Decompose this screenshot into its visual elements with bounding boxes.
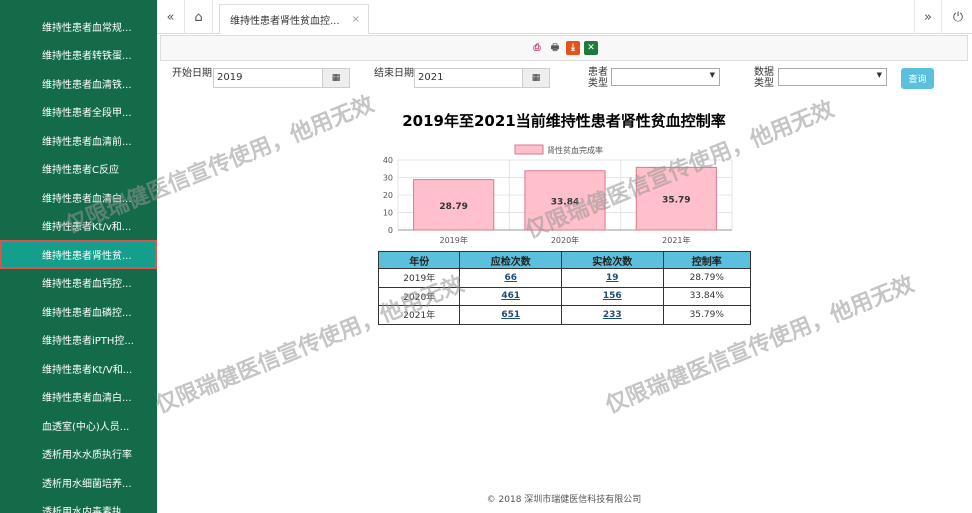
app-window: 维持性患者血常规... 维持性患者转铁蛋... 维持性患者血清铁... 维持性患者全段… — [0, 0, 972, 513]
data-label: 35.79 — [662, 196, 690, 206]
tab-label: 维持性患者肾性贫血控... — [230, 16, 340, 27]
table-cell: 28.79% — [662, 268, 751, 288]
table-cell: 33.84% — [662, 286, 751, 306]
data-table: 年份 应检次数 实检次数 控制率 2019年 66 19 28.79% 2020年 461 156… — [377, 251, 751, 325]
actual-count-link[interactable]: 19 — [606, 273, 619, 283]
expected-count-link[interactable]: 66 — [504, 273, 517, 283]
sidebar-item[interactable]: 维持性患者iPTH控... — [0, 326, 157, 355]
tab-bar: « ⌂ 维持性患者肾性贫血控... × » ⏻ — [157, 0, 972, 34]
end-date-label: 结束日期 — [374, 68, 414, 79]
patient-type-label: 患者类型 — [588, 67, 608, 89]
data-type-label: 数据类型 — [754, 67, 774, 89]
sidebar-item[interactable]: 维持性患者C反应 — [0, 155, 157, 184]
sidebar-item[interactable]: 维持性患者血钙控... — [0, 269, 157, 298]
x-tick-label: 2019年 — [439, 235, 467, 245]
legend-swatch — [514, 144, 544, 155]
pdf-export-icon[interactable]: ⤓ — [566, 41, 580, 55]
expected-count-link[interactable]: 461 — [501, 291, 520, 301]
sidebar-item[interactable]: 维持性患者Kt/V和... — [0, 354, 157, 383]
sidebar-item[interactable]: 维持性患者血磷控... — [0, 297, 157, 326]
table-row: 2020年 461 156 33.84% — [377, 286, 751, 306]
table-cell: 2020年 — [377, 286, 461, 306]
sidebar: 维持性患者血常规... 维持性患者转铁蛋... 维持性患者血清铁... 维持性患者全段… — [0, 0, 157, 513]
tab-anemia-control[interactable]: 维持性患者肾性贫血控... × — [219, 4, 369, 34]
table-header-cell: 年份 — [377, 251, 461, 269]
footer-copyright: © 2018 深圳市瑞健医信科技有限公司 — [486, 495, 642, 505]
expected-count-link[interactable]: 651 — [501, 310, 520, 320]
anemia-control-bar-chart: 肾性贫血完成率 0 10 20 30 40 28.79 2019年 33.84 2020年 35.7… — [383, 144, 733, 245]
sidebar-item[interactable]: 维持性患者肾性贫... — [0, 240, 157, 269]
home-icon[interactable]: ⌂ — [185, 0, 213, 34]
tab-scroll-left-icon[interactable]: « — [157, 0, 185, 34]
chevron-down-icon: ▼ — [709, 71, 715, 79]
print-icon[interactable]: 🖶 — [548, 41, 562, 55]
y-tick-label: 20 — [383, 191, 393, 200]
table-row: 2019年 66 19 28.79% — [377, 268, 751, 288]
report-title: 2019年至2021当前维持性患者肾性贫血控制率 — [402, 112, 726, 130]
print-preview-icon[interactable]: ⎙ — [530, 41, 544, 55]
sidebar-item[interactable]: 维持性患者血清白... — [0, 183, 157, 212]
power-icon[interactable]: ⏻ — [944, 0, 972, 34]
table-header-cell: 应检次数 — [459, 251, 562, 269]
sidebar-item[interactable]: 透析用水水质执行率 — [0, 440, 157, 469]
y-tick-label: 0 — [388, 226, 393, 235]
chevron-down-icon: ▼ — [876, 71, 882, 79]
sidebar-item[interactable]: 维持性患者转铁蛋... — [0, 41, 157, 70]
sidebar-item[interactable]: 透析用水细菌培养... — [0, 468, 157, 497]
legend-label: 肾性贫血完成率 — [547, 145, 603, 155]
report-toolbar: ⎙ 🖶 ⤓ ✕ — [160, 35, 968, 61]
table-header-cell: 实检次数 — [560, 251, 664, 269]
query-button[interactable]: 查询 — [901, 68, 934, 89]
excel-export-icon[interactable]: ✕ — [584, 41, 598, 55]
table-cell: 156 — [560, 286, 664, 306]
table-cell: 651 — [459, 305, 562, 325]
table-cell: 35.79% — [662, 305, 751, 325]
table-header-row: 年份 应检次数 实检次数 控制率 — [377, 251, 751, 269]
start-calendar-icon[interactable]: ▦ — [322, 68, 350, 88]
patient-type-select[interactable]: ▼ — [611, 68, 720, 86]
y-tick-label: 10 — [383, 209, 393, 218]
start-date-label: 开始日期 — [172, 68, 212, 79]
sidebar-item[interactable]: 透析用水内毒素执... — [0, 497, 157, 513]
actual-count-link[interactable]: 233 — [603, 310, 622, 320]
y-tick-label: 40 — [383, 156, 393, 165]
tab-close-icon[interactable]: × — [352, 14, 360, 25]
sidebar-item[interactable]: 维持性患者Kt/v和... — [0, 212, 157, 241]
x-tick-label: 2021年 — [662, 235, 690, 245]
end-calendar-icon[interactable]: ▦ — [522, 68, 550, 88]
table-row: 2021年 651 233 35.79% — [377, 305, 751, 325]
sidebar-item[interactable]: 维持性患者血常规... — [0, 12, 157, 41]
table-cell: 461 — [459, 286, 562, 306]
table-cell: 2021年 — [377, 305, 461, 325]
table-cell: 66 — [459, 268, 562, 288]
data-label: 28.79 — [439, 202, 467, 212]
sidebar-item[interactable]: 维持性患者血清白... — [0, 383, 157, 412]
y-tick-label: 30 — [383, 174, 393, 183]
start-date-input[interactable]: 2019 — [213, 68, 323, 88]
data-type-select[interactable]: ▼ — [778, 68, 887, 86]
sidebar-item[interactable]: 血透室(中心)人员... — [0, 411, 157, 440]
table-cell: 233 — [560, 305, 664, 325]
sidebar-item[interactable]: 维持性患者全段甲... — [0, 98, 157, 127]
actual-count-link[interactable]: 156 — [603, 291, 622, 301]
x-tick-label: 2020年 — [551, 235, 579, 245]
sidebar-item[interactable]: 维持性患者血清前... — [0, 126, 157, 155]
table-cell: 2019年 — [377, 268, 461, 288]
data-label: 33.84 — [551, 197, 579, 207]
sidebar-item[interactable]: 维持性患者血清铁... — [0, 69, 157, 98]
table-header-cell: 控制率 — [662, 251, 751, 269]
table-cell: 19 — [560, 268, 664, 288]
table-body: 2019年 66 19 28.79% 2020年 461 156 33.84% 2021年 651… — [377, 268, 751, 325]
tab-scroll-right-icon[interactable]: » — [914, 0, 942, 34]
end-date-input[interactable]: 2021 — [414, 68, 524, 88]
